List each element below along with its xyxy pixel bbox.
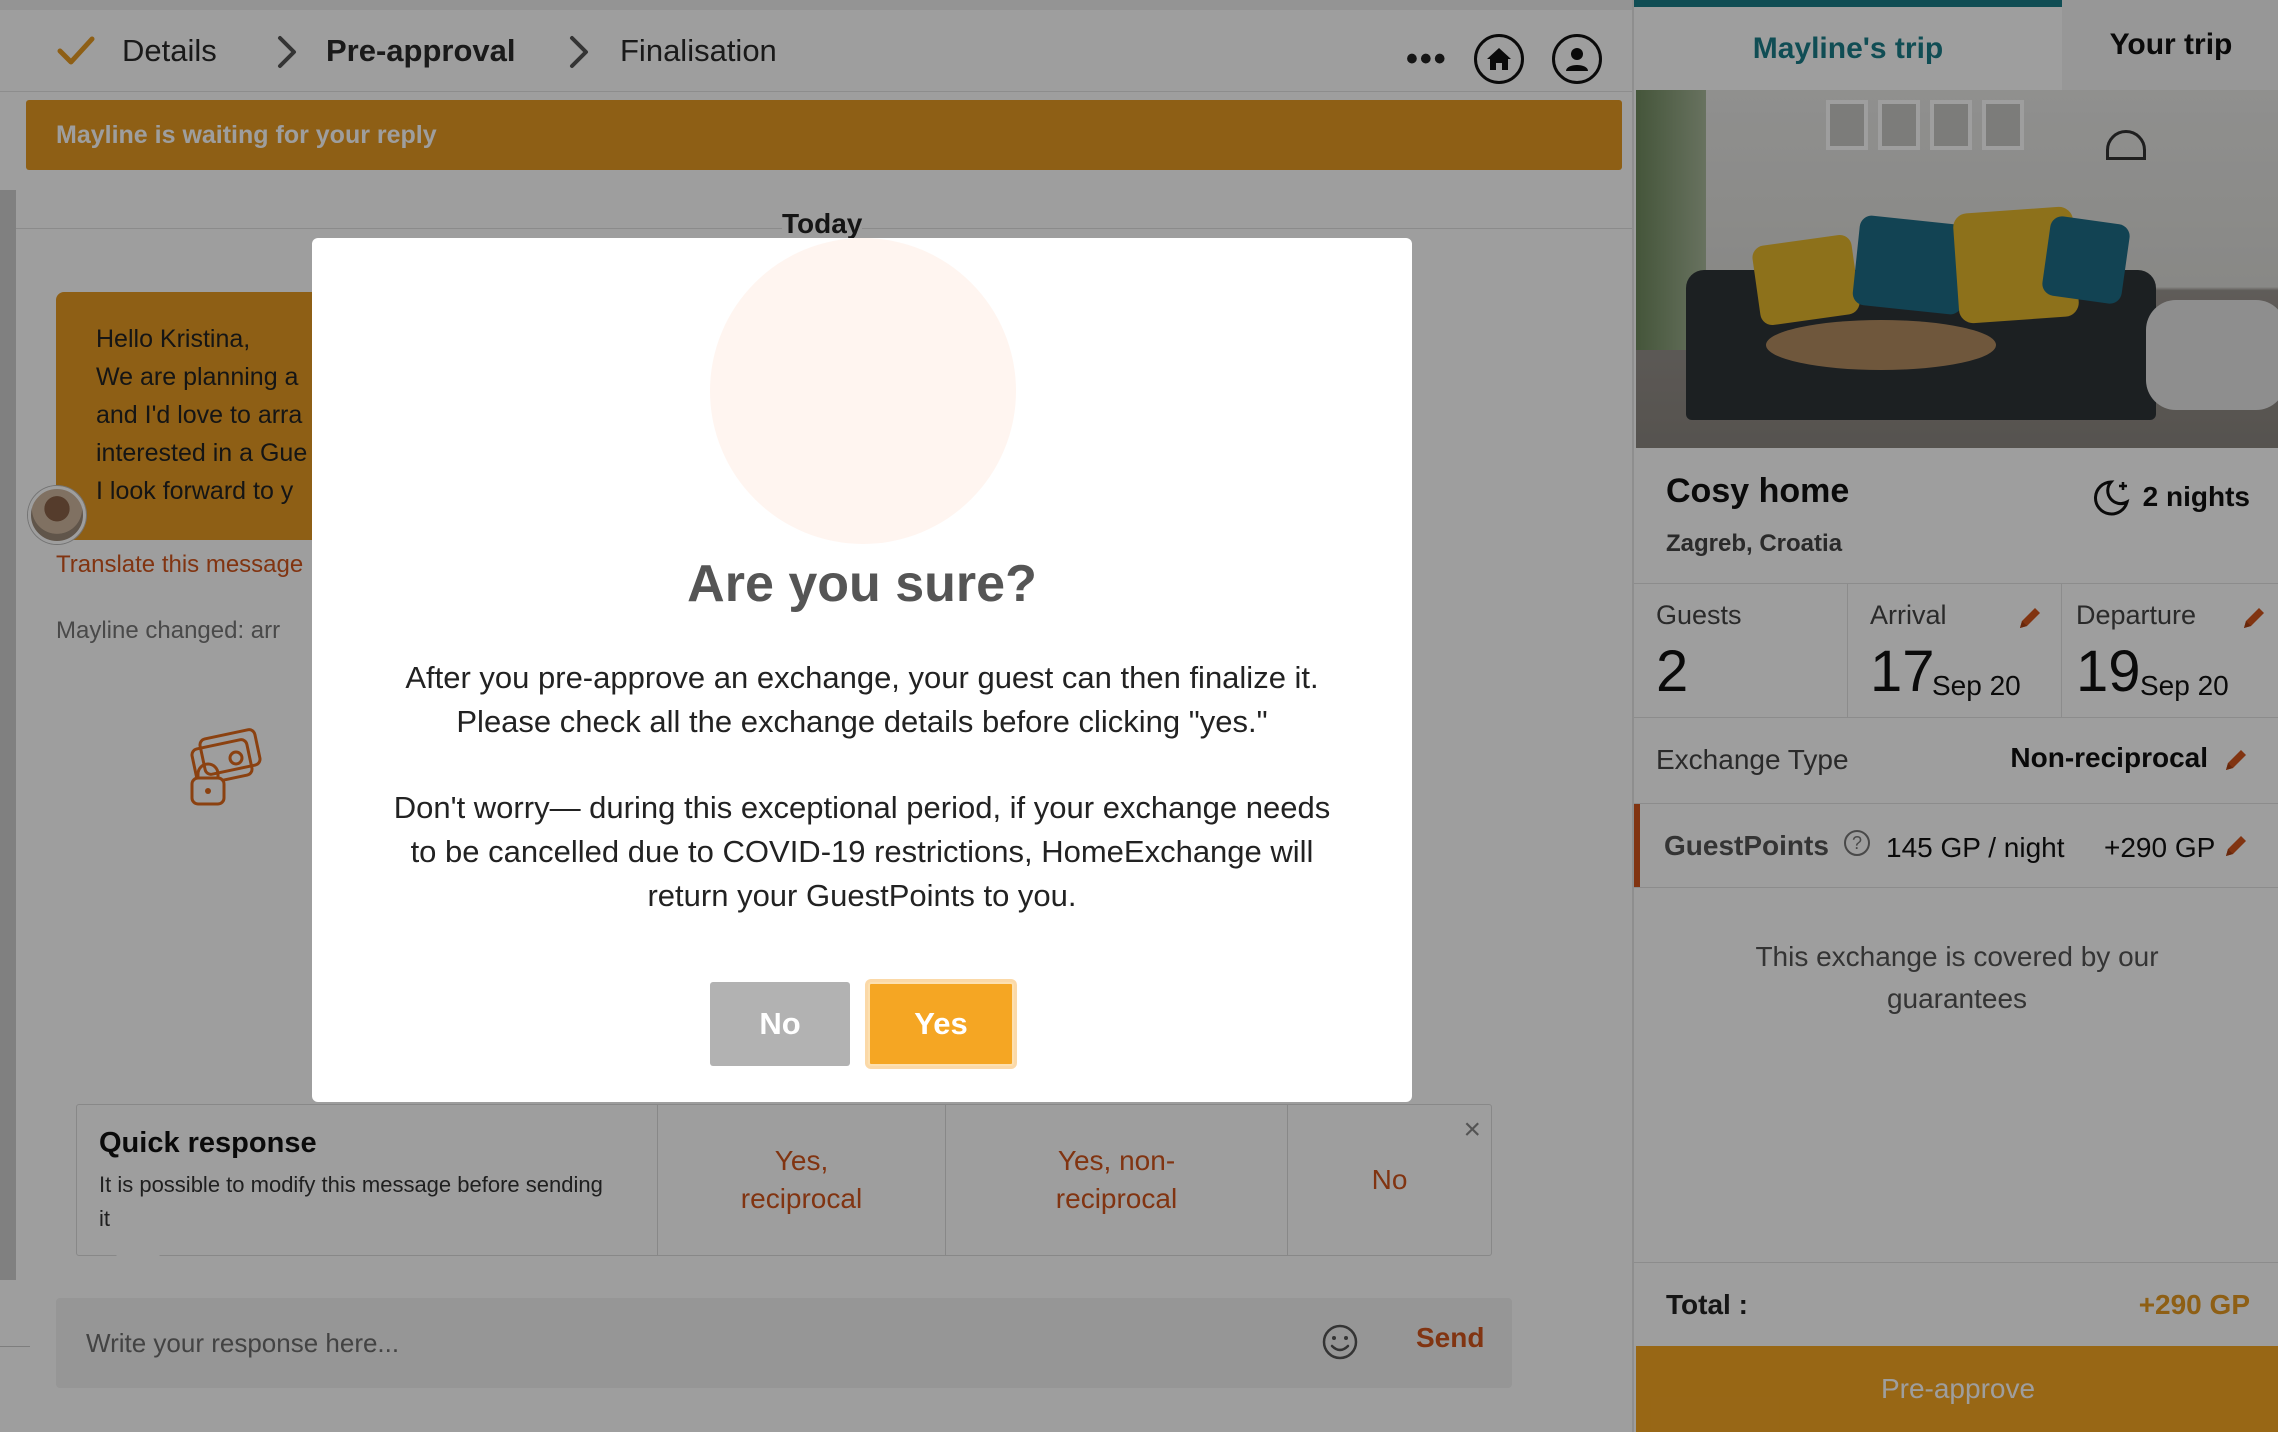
dialog-illustration: [710, 238, 1016, 544]
yes-button[interactable]: Yes: [868, 982, 1014, 1066]
dialog-line: After you pre-approve an exchange, your …: [405, 660, 1319, 695]
dialog-line: Don't worry— during this exceptional per…: [393, 790, 1331, 825]
dialog-line: return your GuestPoints to you.: [647, 878, 1077, 913]
dialog-paragraph: After you pre-approve an exchange, your …: [352, 656, 1372, 744]
confirm-dialog: Are you sure? After you pre-approve an e…: [312, 238, 1412, 1102]
no-button[interactable]: No: [710, 982, 850, 1066]
dialog-line: Please check all the exchange details be…: [456, 704, 1268, 739]
dialog-paragraph: Don't worry— during this exceptional per…: [352, 786, 1372, 918]
dialog-title: Are you sure?: [687, 555, 1037, 613]
dialog-line: to be cancelled due to COVID-19 restrict…: [410, 834, 1314, 869]
